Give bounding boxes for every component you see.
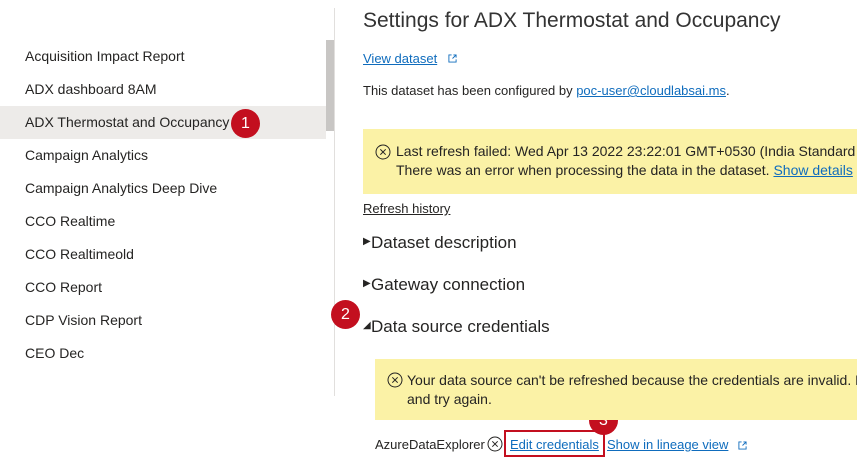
refresh-history-link[interactable]: Refresh history	[363, 201, 450, 216]
dataset-description-section[interactable]: ▶Dataset description	[363, 233, 517, 253]
sidebar-item-ceo-dec[interactable]: CEO Dec	[0, 337, 326, 370]
configured-suffix: .	[725, 83, 730, 98]
configured-by-text: This dataset has been configured by poc-…	[363, 83, 730, 98]
gateway-connection-header: Gateway connection	[371, 275, 526, 294]
view-dataset-row: View dataset	[363, 50, 457, 68]
annotation-badge-1: 1	[231, 109, 260, 138]
credentials-invalid-warning: Your data source can't be refreshed beca…	[375, 359, 857, 420]
sidebar-item-campaign-analytics[interactable]: Campaign Analytics	[0, 139, 326, 172]
lineage-link-group: Show in lineage view	[607, 437, 747, 452]
configured-user-link[interactable]: poc-user@cloudlabsai.ms	[576, 83, 726, 98]
gateway-connection-section[interactable]: ▶Gateway connection	[363, 275, 525, 295]
edit-credentials-highlight	[504, 430, 605, 457]
view-dataset-link[interactable]: View dataset	[363, 51, 437, 66]
page-title: Settings for ADX Thermostat and Occupanc…	[363, 9, 781, 32]
sidebar-item-campaign-analytics-deep-dive[interactable]: Campaign Analytics Deep Dive	[0, 172, 326, 205]
sidebar-item-cco-realtimeold[interactable]: CCO Realtimeold	[0, 238, 326, 271]
show-details-link[interactable]: Show details	[773, 162, 852, 178]
sidebar-item-cdp-vision-report[interactable]: CDP Vision Report	[0, 304, 326, 337]
credentials-warning-line1: Your data source can't be refreshed beca…	[407, 372, 857, 388]
triangle-right-icon: ▶	[363, 236, 371, 248]
sidebar-item-acquisition-impact-report[interactable]: Acquisition Impact Report	[0, 40, 326, 73]
triangle-down-icon: ◢	[363, 320, 371, 332]
sidebar-item-adx-dashboard-8am[interactable]: ADX dashboard 8AM	[0, 73, 326, 106]
error-circle-icon	[487, 436, 503, 452]
external-link-icon	[738, 441, 747, 450]
dataset-description-header: Dataset description	[371, 233, 517, 252]
sidebar-divider	[334, 8, 335, 396]
data-source-name: AzureDataExplorer	[375, 437, 485, 452]
error-circle-icon	[387, 372, 403, 388]
annotation-badge-2: 2	[331, 300, 360, 329]
data-source-credentials-header: Data source credentials	[371, 317, 550, 336]
sidebar-item-cco-report[interactable]: CCO Report	[0, 271, 326, 304]
configured-prefix: This dataset has been configured by	[363, 83, 577, 98]
credentials-warning-line2: and try again.	[407, 391, 492, 407]
sidebar-item-cco-realtime[interactable]: CCO Realtime	[0, 205, 326, 238]
external-link-icon	[448, 54, 457, 63]
data-source-credentials-section[interactable]: ◢Data source credentials	[363, 317, 550, 337]
sidebar-scrollbar[interactable]	[326, 40, 334, 131]
sidebar-item-adx-thermostat-and-occupancy[interactable]: ADX Thermostat and Occupancy	[0, 106, 326, 139]
refresh-failure-line2: There was an error when processing the d…	[396, 162, 853, 178]
triangle-right-icon: ▶	[363, 278, 371, 290]
refresh-failure-line1: Last refresh failed: Wed Apr 13 2022 23:…	[396, 143, 857, 159]
error-circle-icon	[375, 144, 391, 160]
show-in-lineage-view-link[interactable]: Show in lineage view	[607, 437, 728, 452]
dataset-sidebar: Acquisition Impact Report ADX dashboard …	[0, 0, 335, 468]
refresh-failure-warning: Last refresh failed: Wed Apr 13 2022 23:…	[363, 129, 857, 194]
refresh-failure-message: There was an error when processing the d…	[396, 162, 774, 178]
